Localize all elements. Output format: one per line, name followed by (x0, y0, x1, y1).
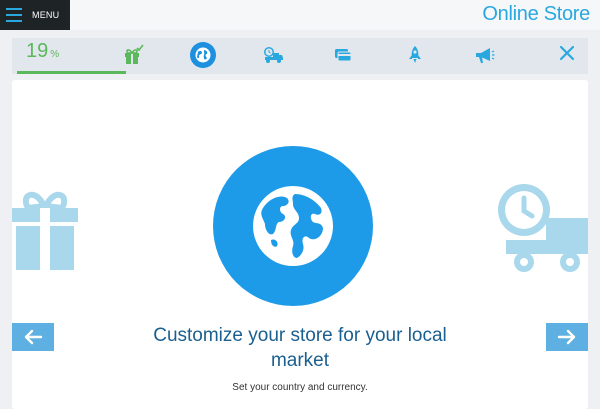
next-step-button[interactable] (546, 323, 588, 351)
step-rocket-icon[interactable] (404, 44, 426, 66)
arrow-left-icon (24, 329, 43, 345)
menu-label: MENU (32, 10, 60, 20)
step-credit-card-icon[interactable] (332, 44, 354, 66)
progress-fill (17, 71, 126, 74)
arrow-right-icon (557, 329, 576, 345)
step-gift-icon[interactable] (122, 44, 144, 66)
store-title: Online Store (482, 3, 590, 25)
next-step-truck-icon (498, 182, 588, 287)
step-truck-icon[interactable] (262, 44, 284, 66)
previous-step-gift-icon (12, 188, 82, 283)
globe-hero-icon (213, 146, 373, 306)
progress-percent-value: 19 (26, 40, 49, 62)
onboarding-card: Customize your store for your local mark… (12, 80, 588, 409)
hamburger-icon (6, 8, 22, 22)
close-icon[interactable] (558, 44, 576, 62)
menu-button[interactable]: MENU (0, 0, 70, 30)
setup-progress-bar: 19% (12, 38, 588, 74)
progress-percent: 19% (26, 40, 59, 63)
step-description: Set your country and currency. (232, 382, 368, 393)
progress-percent-sign: % (50, 49, 60, 60)
top-bar: MENU Online Store (0, 0, 600, 30)
previous-step-button[interactable] (12, 323, 54, 351)
step-megaphone-icon[interactable] (473, 44, 495, 66)
step-headline: Customize your store for your local mark… (153, 325, 447, 371)
step-globe-icon[interactable] (190, 42, 216, 68)
